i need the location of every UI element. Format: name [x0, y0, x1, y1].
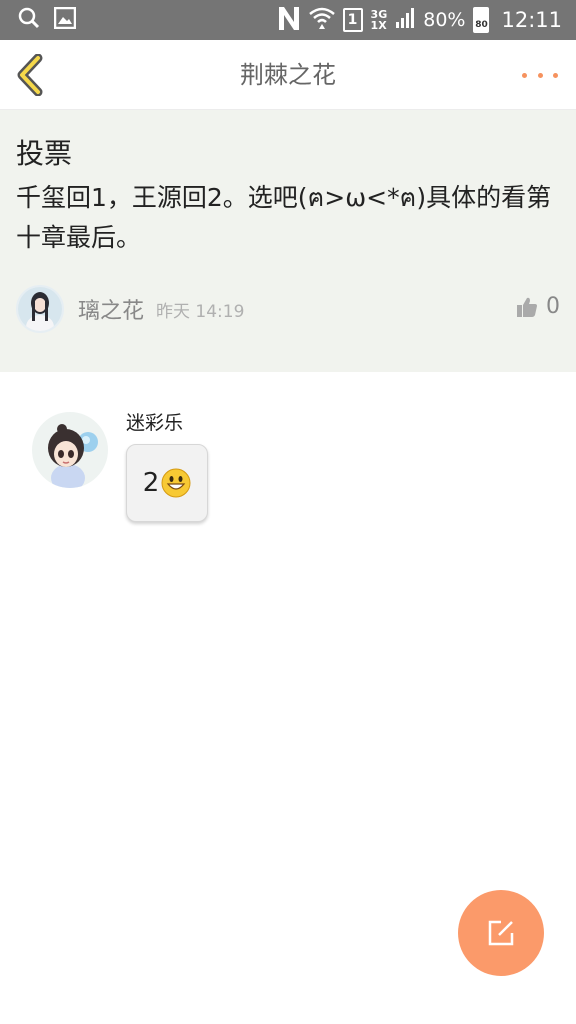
reply-item: 迷彩乐 2	[0, 372, 576, 552]
post-title: 投票	[16, 137, 73, 170]
more-dots-icon	[522, 72, 527, 78]
network-bottom-label: 1X	[370, 19, 387, 32]
more-button[interactable]	[522, 62, 558, 88]
post-card: 投票 千玺回1，王源回2。选吧(ฅ>ω<*ฅ)具体的看第十章最后。 璃之花 昨天…	[0, 110, 576, 372]
author-name[interactable]: 璃之花	[78, 293, 144, 325]
network-icon: 3G 1X	[371, 9, 388, 31]
image-icon	[53, 6, 77, 33]
search-icon	[18, 7, 40, 33]
reply-bubble[interactable]: 2	[126, 444, 208, 522]
sim-1-icon: 1	[342, 8, 363, 32]
battery-icon: 80	[473, 7, 490, 33]
title-bar: 荆棘之花	[0, 40, 576, 110]
post-body: 千玺回1，王源回2。选吧(ฅ>ω<*ฅ)具体的看第十章最后。	[16, 183, 552, 252]
n-icon	[277, 5, 301, 36]
post-author-row: 璃之花 昨天 14:19	[16, 284, 244, 334]
author-avatar[interactable]	[16, 285, 64, 333]
grin-emoji-icon	[161, 468, 191, 498]
page-title: 荆棘之花	[240, 61, 336, 89]
edit-icon	[488, 920, 514, 946]
signal-icon	[395, 7, 415, 34]
reply-author-name[interactable]: 迷彩乐	[126, 408, 183, 435]
status-bar: 1 3G 1X 80% 80 12:11	[0, 0, 576, 40]
wifi-icon	[308, 5, 335, 36]
like-count: 0	[546, 294, 560, 319]
battery-percent: 80%	[423, 9, 466, 31]
like-button[interactable]: 0	[516, 294, 560, 319]
reply-content: 2	[142, 468, 160, 498]
reply-avatar[interactable]	[32, 412, 108, 488]
thumbs-up-icon	[517, 297, 537, 317]
post-time: 昨天 14:19	[156, 301, 245, 322]
clock: 12:11	[501, 8, 562, 32]
compose-button[interactable]	[458, 890, 544, 976]
